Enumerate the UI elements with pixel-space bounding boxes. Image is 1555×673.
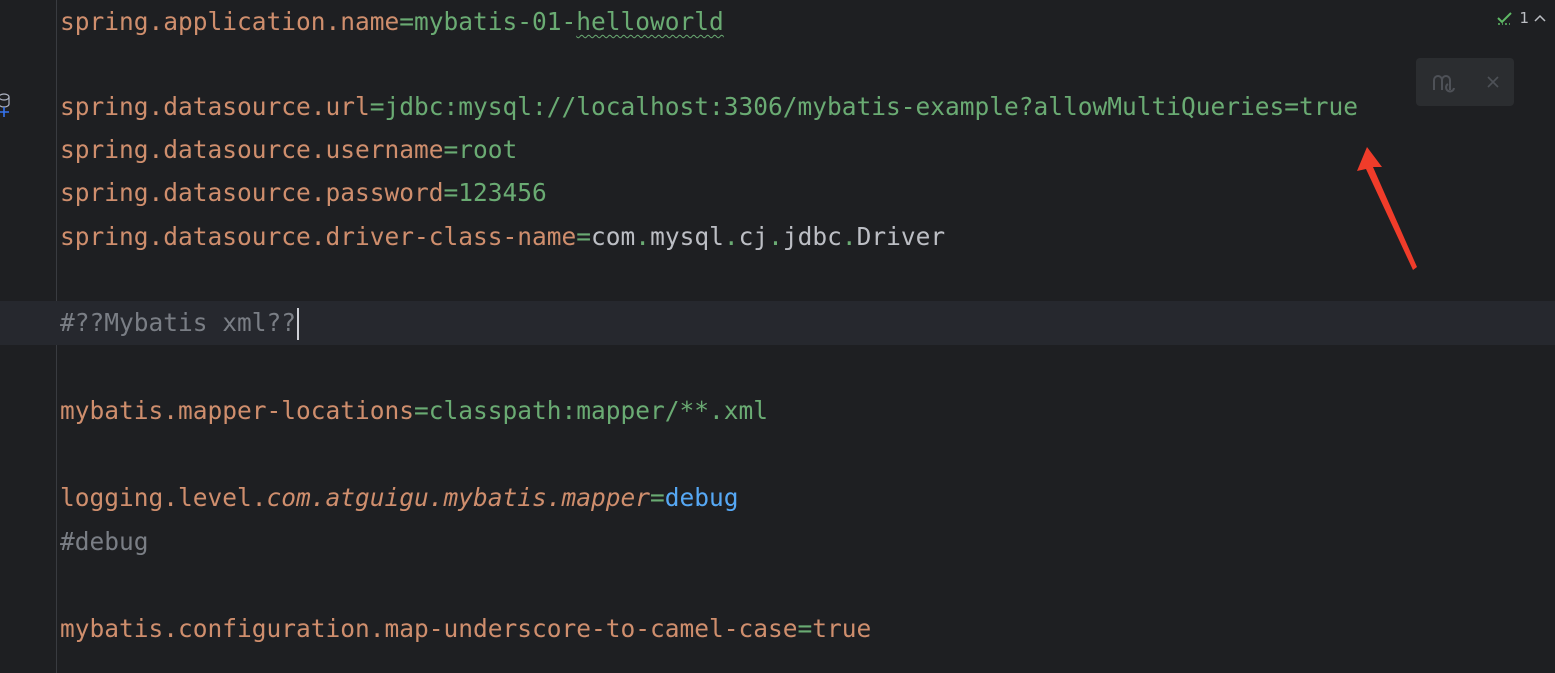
check-icon: [1497, 12, 1513, 25]
comment: #debug: [60, 527, 149, 556]
reader-mode-icon[interactable]: [1430, 68, 1458, 96]
equals-sign: =: [797, 614, 813, 643]
property-value: 123456: [458, 178, 547, 207]
path-dot: .: [841, 222, 857, 251]
path-dot: .: [635, 222, 651, 251]
class-path-part: jdbc: [782, 222, 842, 251]
code-line[interactable]: spring.datasource.url=jdbc:mysql://local…: [60, 85, 1358, 128]
class-path-part: com: [591, 222, 636, 251]
code-line[interactable]: #debug: [60, 520, 149, 563]
property-key: spring.datasource.username: [60, 135, 444, 164]
code-line[interactable]: spring.datasource.driver-class-name=com.…: [60, 215, 945, 258]
equals-sign: =: [414, 396, 429, 425]
equals-sign: =: [576, 222, 592, 251]
property-key: spring.datasource.driver-class-name: [60, 222, 577, 251]
code-line[interactable]: spring.datasource.password=123456: [60, 171, 547, 214]
equals-sign: =: [399, 7, 415, 36]
close-icon[interactable]: [1485, 74, 1501, 90]
comment: #??Mybatis xml??: [60, 308, 297, 337]
annotation-arrow: [1357, 147, 1417, 270]
equals-sign: =: [443, 178, 459, 207]
class-path-part: mysql: [650, 222, 724, 251]
class-path-part: Driver: [856, 222, 946, 251]
text-caret: [297, 308, 300, 340]
code-line-current[interactable]: #??Mybatis xml??: [60, 301, 300, 344]
property-key: logging.level.: [60, 483, 267, 512]
equals-sign: =: [650, 483, 665, 512]
typo-warning-word[interactable]: helloworld: [576, 7, 724, 36]
property-key-package: com.atguigu.mybatis.mapper: [266, 483, 651, 512]
code-line[interactable]: spring.application.name=mybatis-01-hello…: [60, 0, 724, 43]
code-line[interactable]: mybatis.configuration.map-underscore-to-…: [60, 607, 871, 650]
code-line[interactable]: mybatis.mapper-locations=classpath:mappe…: [60, 389, 768, 432]
property-value: root: [458, 135, 518, 164]
class-path-part: cj: [738, 222, 769, 251]
path-dot: .: [768, 222, 783, 251]
property-key: spring.datasource.url: [60, 92, 370, 121]
path-dot: .: [723, 222, 739, 251]
code-line[interactable]: spring.datasource.username=root: [60, 128, 517, 171]
property-value: true: [812, 614, 872, 643]
property-value: mybatis-01-: [414, 7, 577, 36]
property-key: mybatis.configuration.map-underscore-to-…: [60, 614, 798, 643]
property-key: spring.application.name: [60, 7, 400, 36]
equals-sign: =: [443, 135, 459, 164]
inspection-count: 1: [1519, 9, 1529, 27]
floating-toolbar: [1416, 58, 1514, 106]
code-line[interactable]: logging.level.com.atguigu.mybatis.mapper…: [60, 476, 739, 519]
inspection-widget[interactable]: 1: [1495, 6, 1547, 30]
property-key: mybatis.mapper-locations: [60, 396, 415, 425]
property-value: debug: [664, 483, 739, 512]
property-key: spring.datasource.password: [60, 178, 444, 207]
equals-sign: =: [369, 92, 385, 121]
chevron-up-icon[interactable]: [1533, 11, 1547, 25]
database-icon[interactable]: [0, 90, 12, 120]
code-editor[interactable]: spring.application.name=mybatis-01-hello…: [0, 0, 1555, 673]
property-value: classpath:mapper/**.xml: [428, 396, 769, 425]
property-value: jdbc:mysql://localhost:3306/mybatis-exam…: [384, 92, 1359, 121]
